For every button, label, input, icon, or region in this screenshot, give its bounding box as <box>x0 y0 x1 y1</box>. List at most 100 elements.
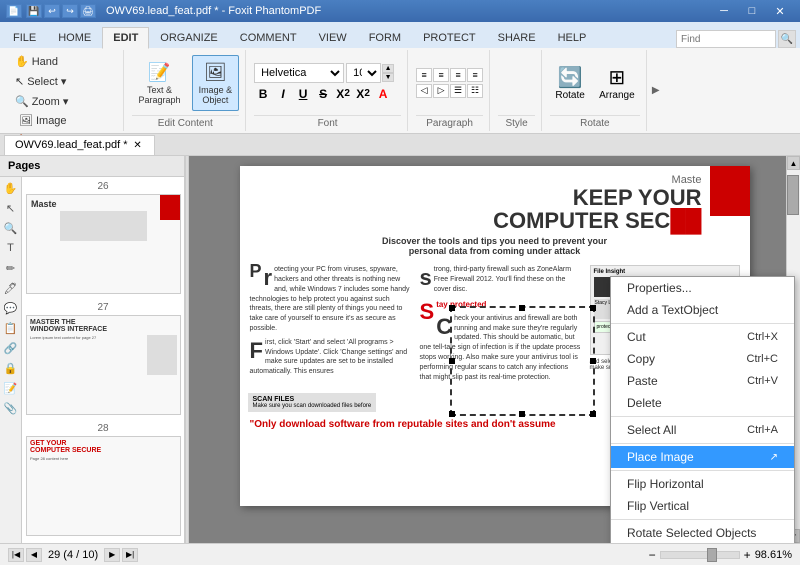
ctx-flip-horizontal[interactable]: Flip Horizontal <box>611 473 794 495</box>
tab-view[interactable]: VIEW <box>308 26 358 48</box>
strikethrough-button[interactable]: S <box>314 85 332 103</box>
sidebar-header: Pages <box>0 156 184 177</box>
underline-button[interactable]: U <box>294 85 312 103</box>
zoom-level: 98.61% <box>755 549 792 561</box>
rotate-arrange-items: 🔄 Rotate ⊞ Arrange <box>550 52 640 113</box>
image-button[interactable]: 🖼 Image <box>14 111 117 130</box>
ctx-delete-label: Delete <box>627 396 662 410</box>
text-paragraph-button[interactable]: 📝 Text &Paragraph <box>132 55 188 111</box>
zoom-tool-button[interactable]: 🔍 Zoom ▾ <box>10 92 73 111</box>
nav-next-button[interactable]: ▶ <box>104 548 120 562</box>
font-name-row: Helvetica 10 ▲ ▼ <box>254 63 401 83</box>
tool-comment[interactable]: 💬 <box>2 299 20 317</box>
tab-share[interactable]: SHARE <box>487 26 547 48</box>
tool-text[interactable]: T <box>2 239 20 257</box>
zoom-slider[interactable] <box>660 551 740 559</box>
font-name-select[interactable]: Helvetica <box>254 63 344 83</box>
scroll-up-button[interactable]: ▲ <box>787 156 800 170</box>
image-icon: 🖼 <box>19 114 33 127</box>
tool-pencil[interactable]: ✏ <box>2 259 20 277</box>
ctx-copy[interactable]: Copy Ctrl+C <box>611 348 794 370</box>
ctx-add-textobject[interactable]: Add a TextObject <box>611 299 794 321</box>
list-button[interactable]: ☰ <box>450 84 466 98</box>
tab-home[interactable]: HOME <box>47 26 102 48</box>
font-color-button[interactable]: A <box>374 85 392 103</box>
ribbon-scroll-right[interactable]: ▶ <box>649 50 663 131</box>
print-icon[interactable]: 🖨 <box>80 4 96 18</box>
tab-protect[interactable]: PROTECT <box>412 26 487 48</box>
tool-select[interactable]: ↖ <box>2 199 20 217</box>
ctx-paste[interactable]: Paste Ctrl+V <box>611 370 794 392</box>
ctx-place-image[interactable]: Place Image ↗ <box>611 446 794 468</box>
tab-file[interactable]: FILE <box>2 26 47 48</box>
bold-button[interactable]: B <box>254 85 272 103</box>
indent-decrease-button[interactable]: ◁ <box>416 84 432 98</box>
tool-form[interactable]: 📝 <box>2 379 20 397</box>
nav-prev-button[interactable]: ◀ <box>26 548 42 562</box>
redo-icon[interactable]: ↪ <box>62 4 78 18</box>
tool-attach[interactable]: 📎 <box>2 399 20 417</box>
save-icon[interactable]: 💾 <box>26 4 42 18</box>
close-button[interactable]: ✕ <box>766 0 794 22</box>
align-justify-button[interactable]: ≡ <box>467 68 483 82</box>
numbered-list-button[interactable]: ☷ <box>467 84 483 98</box>
left-toolbar: ✋ ↖ 🔍 T ✏ 🖊 💬 📋 🔗 🔒 📝 📎 <box>0 177 22 543</box>
zoom-controls: − + 98.61% <box>649 548 792 562</box>
tool-zoom[interactable]: 🔍 <box>2 219 20 237</box>
zoom-thumb[interactable] <box>707 548 717 562</box>
font-size-select[interactable]: 10 <box>346 63 381 83</box>
undo-icon[interactable]: ↩ <box>44 4 60 18</box>
arrange-button[interactable]: ⊞ Arrange <box>594 55 640 111</box>
nav-last-button[interactable]: ▶| <box>122 548 138 562</box>
ribbon-group-font: Helvetica 10 ▲ ▼ B I U <box>248 50 408 131</box>
minimize-button[interactable]: ─ <box>710 0 738 22</box>
align-left-button[interactable]: ≡ <box>416 68 432 82</box>
pdf-scan-text: Make sure you scan downloaded files befo… <box>253 403 372 409</box>
font-size-down[interactable]: ▼ <box>382 73 394 82</box>
font-group-label: Font <box>254 115 401 129</box>
subscript-button[interactable]: X2 <box>334 85 352 103</box>
maximize-button[interactable]: □ <box>738 0 766 22</box>
tab-organize[interactable]: ORGANIZE <box>149 26 228 48</box>
tab-form[interactable]: FORM <box>358 26 412 48</box>
ctx-properties[interactable]: Properties... <box>611 277 794 299</box>
nav-first-button[interactable]: |◀ <box>8 548 24 562</box>
pdf-col-2: strong, third-party firewall such as Zon… <box>420 265 582 386</box>
tool-highlight[interactable]: 🖊 <box>2 279 20 297</box>
image-object-icon: 🖼 <box>203 61 227 85</box>
ctx-delete[interactable]: Delete <box>611 392 794 414</box>
italic-button[interactable]: I <box>274 85 292 103</box>
ctx-rotate-selected[interactable]: Rotate Selected Objects <box>611 522 794 543</box>
tool-stamp[interactable]: 📋 <box>2 319 20 337</box>
search-button[interactable]: 🔍 <box>778 30 796 48</box>
tab-comment[interactable]: COMMENT <box>229 26 308 48</box>
ctx-cut[interactable]: Cut Ctrl+X <box>611 326 794 348</box>
hand-tool-button[interactable]: ✋ Hand <box>10 52 63 71</box>
ctx-select-all[interactable]: Select All Ctrl+A <box>611 419 794 441</box>
tool-hand[interactable]: ✋ <box>2 179 20 197</box>
superscript-button[interactable]: X2 <box>354 85 372 103</box>
zoom-in-button[interactable]: + <box>744 548 751 562</box>
font-size-up[interactable]: ▲ <box>382 64 394 73</box>
ctx-copy-label: Copy <box>627 352 655 366</box>
align-right-button[interactable]: ≡ <box>450 68 466 82</box>
page-thumb-26[interactable]: 26 Maste <box>26 181 180 294</box>
doc-tab-owv69[interactable]: OWV69.lead_feat.pdf * ✕ <box>4 135 155 155</box>
page-thumb-28[interactable]: 28 GET YOURCOMPUTER SECURE Page 28 conte… <box>26 423 180 536</box>
page-thumb-27[interactable]: 27 MASTER THEWINDOWS INTERFACE Lorem ips… <box>26 302 180 415</box>
scroll-thumb[interactable] <box>787 175 799 215</box>
rotate-button[interactable]: 🔄 Rotate <box>550 55 590 111</box>
tool-link[interactable]: 🔗 <box>2 339 20 357</box>
sidebar-with-arrows: ✋ ↖ 🔍 T ✏ 🖊 💬 📋 🔗 🔒 📝 📎 26 <box>0 177 184 543</box>
image-object-button[interactable]: 🖼 Image &Object <box>192 55 240 111</box>
search-input[interactable] <box>676 30 776 48</box>
zoom-out-button[interactable]: − <box>649 548 656 562</box>
select-tool-button[interactable]: ↖ Select ▾ <box>10 72 71 91</box>
indent-increase-button[interactable]: ▷ <box>433 84 449 98</box>
tool-lock[interactable]: 🔒 <box>2 359 20 377</box>
tab-edit[interactable]: EDIT <box>102 27 149 49</box>
tab-help[interactable]: HELP <box>547 26 598 48</box>
align-center-button[interactable]: ≡ <box>433 68 449 82</box>
doc-tab-close-button[interactable]: ✕ <box>132 139 144 151</box>
ctx-flip-vertical[interactable]: Flip Vertical <box>611 495 794 517</box>
